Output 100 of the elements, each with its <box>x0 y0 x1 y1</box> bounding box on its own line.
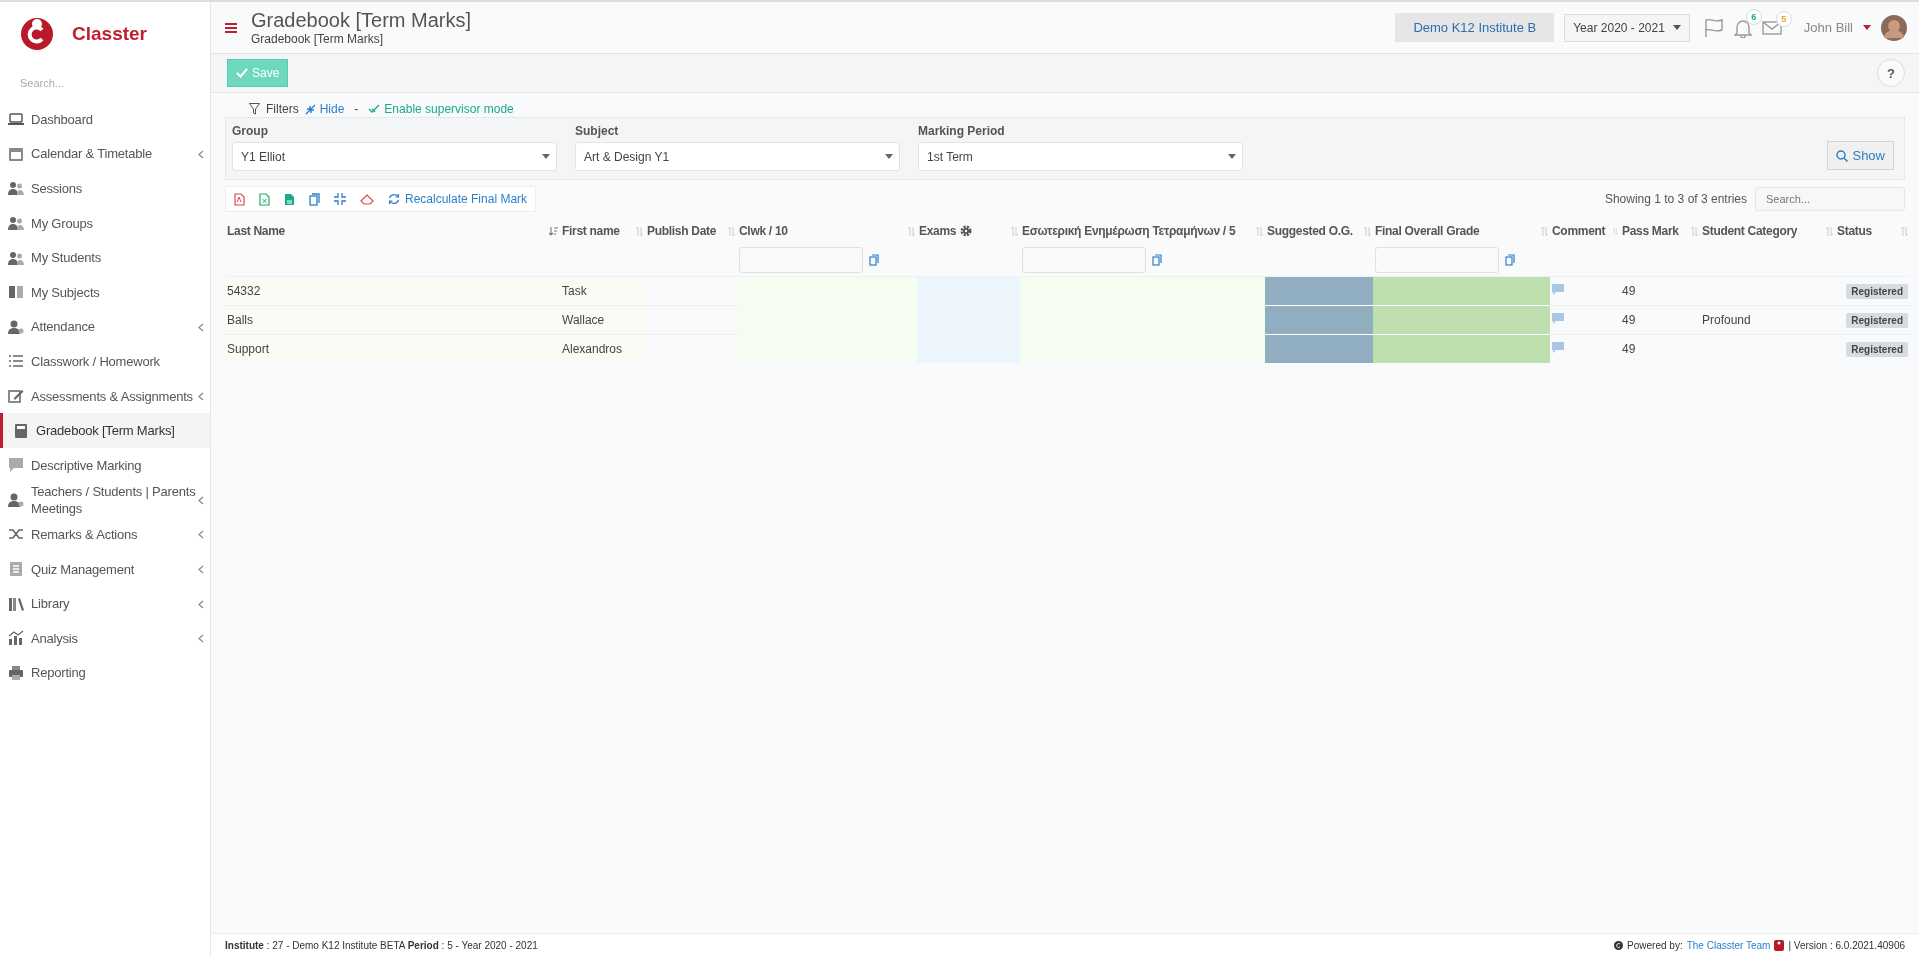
caret-icon <box>542 154 550 159</box>
sidebar-item[interactable]: Assessments & Assignments <box>0 378 210 414</box>
status-badge: Registered <box>1846 313 1908 328</box>
search-field[interactable]: Search... <box>1755 187 1905 211</box>
sort-icon[interactable] <box>1541 226 1548 236</box>
chevron-icon <box>198 634 204 644</box>
sidebar-item[interactable]: Remarks & Actions <box>0 517 210 552</box>
copy-icon[interactable] <box>1505 254 1515 266</box>
column-header[interactable]: Exams <box>919 224 957 238</box>
column-input[interactable] <box>1022 247 1146 273</box>
column-header[interactable]: Last Name <box>227 224 285 238</box>
csv-file-icon[interactable] <box>284 192 295 206</box>
column-header[interactable]: Εσωτερική Ενημέρωση Τετραμήνων / 5 <box>1022 224 1236 238</box>
people-icon <box>8 180 24 197</box>
column-input[interactable] <box>739 247 863 273</box>
sort-icon[interactable] <box>1691 226 1698 236</box>
sidebar-item[interactable]: Attendance <box>0 309 210 345</box>
comment-icon[interactable] <box>1552 313 1564 324</box>
double-check-icon <box>368 104 381 114</box>
column-header[interactable]: Pass Mark <box>1622 224 1679 238</box>
column-header[interactable]: Final Overall Grade <box>1375 224 1480 238</box>
institute-button[interactable]: Demo K12 Institute B <box>1395 13 1555 42</box>
search-field[interactable]: Search... <box>18 76 192 90</box>
sidebar-item[interactable]: My Students <box>0 240 210 275</box>
compress-icon[interactable] <box>334 193 346 205</box>
sidebar-item[interactable]: Analysis <box>0 620 210 656</box>
person-icon <box>8 318 24 335</box>
column-header[interactable]: Clwk / 10 <box>739 224 788 238</box>
avatar[interactable] <box>1881 14 1907 41</box>
table-cell: Balls <box>227 313 253 327</box>
sort-descending-icon[interactable] <box>549 226 558 236</box>
column-header[interactable]: Comment <box>1552 224 1606 238</box>
hide-link[interactable]: Hide <box>304 102 345 116</box>
breadcrumb[interactable]: Gradebook [Term Marks] <box>251 32 472 46</box>
mail-icon[interactable] <box>1761 19 1782 36</box>
sidebar-item[interactable]: My Subjects <box>0 274 210 310</box>
select-field[interactable]: Art & Design Y1 <box>575 142 900 171</box>
team-link[interactable]: The Classter Team <box>1686 939 1771 951</box>
people-icon <box>8 215 24 232</box>
table-cell: Alexandros <box>562 342 623 356</box>
sidebar-item[interactable]: Gradebook [Term Marks] <box>0 413 210 448</box>
list-icon <box>8 353 24 370</box>
sidebar-item[interactable]: Descriptive Marking <box>0 447 210 483</box>
version-label: | Version : 6.0.2021.40906 <box>1788 939 1905 951</box>
refresh-icon <box>388 193 400 205</box>
sidebar-item[interactable]: Dashboard <box>0 102 210 137</box>
sidebar-item[interactable]: Teachers / Students | Parents Meetings <box>0 482 210 518</box>
sort-icon[interactable] <box>636 226 643 236</box>
logo-icon <box>20 17 54 51</box>
flag-icon[interactable] <box>1703 17 1724 38</box>
select-field[interactable]: 1st Term <box>918 142 1243 171</box>
pdf-file-icon[interactable] <box>234 192 245 206</box>
sidebar-item[interactable]: Sessions <box>0 171 210 206</box>
select-field[interactable]: Y1 Elliot <box>232 142 557 171</box>
show-button[interactable]: Show <box>1827 141 1894 170</box>
eraser-icon[interactable] <box>360 193 374 205</box>
search-icon <box>1836 149 1849 162</box>
sort-icon[interactable] <box>1256 226 1263 236</box>
column-input[interactable] <box>1375 247 1499 273</box>
caret-icon <box>1228 154 1236 159</box>
sidebar-item[interactable]: Library <box>0 586 210 621</box>
help-button[interactable]: ? <box>1877 59 1905 87</box>
sort-icon[interactable] <box>1826 226 1833 236</box>
chevron-icon <box>198 149 204 159</box>
sidebar-item[interactable]: My Groups <box>0 205 210 241</box>
column-header[interactable]: Student Category <box>1702 224 1798 238</box>
sort-icon[interactable] <box>728 226 735 236</box>
year-dropdown[interactable]: Year 2020 - 2021 <box>1564 13 1690 42</box>
message-badge: 5 <box>1775 10 1792 27</box>
caret-icon[interactable] <box>1863 25 1871 30</box>
spreadsheet-file-icon[interactable] <box>259 192 270 206</box>
column-header[interactable]: Status <box>1837 224 1872 238</box>
menu-icon[interactable] <box>225 22 237 33</box>
sort-icon[interactable] <box>1901 226 1908 236</box>
column-header[interactable]: Publish Date <box>647 224 717 238</box>
sort-icon[interactable] <box>1613 226 1618 236</box>
sort-icon[interactable] <box>1011 226 1018 236</box>
bell-icon[interactable] <box>1733 17 1752 38</box>
recalculate-button[interactable]: Recalculate Final Mark <box>388 192 528 206</box>
sidebar-item[interactable]: Calendar & Timetable <box>0 136 210 172</box>
comment-icon[interactable] <box>1552 342 1564 353</box>
sidebar-item[interactable]: Quiz Management <box>0 551 210 587</box>
sidebar-item[interactable]: Reporting <box>0 655 210 691</box>
sort-icon[interactable] <box>908 226 915 236</box>
copy-icon[interactable] <box>309 192 320 206</box>
copy-icon[interactable] <box>869 254 879 266</box>
sort-icon[interactable] <box>1364 226 1371 236</box>
comment-icon[interactable] <box>1552 284 1564 295</box>
sidebar-item[interactable]: Classwork / Homework <box>0 344 210 379</box>
user-name[interactable]: John Bill <box>1803 20 1853 35</box>
calculator-icon <box>13 422 29 439</box>
field-label: Marking Period <box>918 124 1006 138</box>
gear-icon[interactable] <box>960 225 973 237</box>
caret-icon <box>885 154 893 159</box>
copy-icon[interactable] <box>1152 254 1162 266</box>
books-icon <box>8 595 24 612</box>
table-cell: Task <box>562 284 587 298</box>
chevron-icon <box>198 599 204 609</box>
column-header[interactable]: Suggested O.G. <box>1267 224 1353 238</box>
column-header[interactable]: First name <box>562 224 620 238</box>
